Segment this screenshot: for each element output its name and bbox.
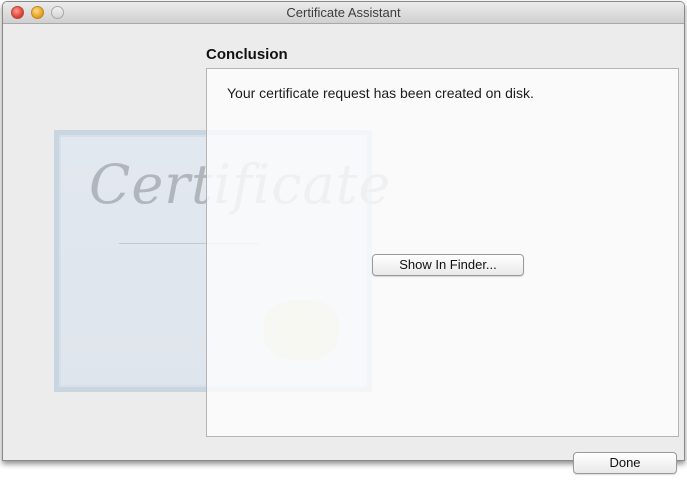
window-title: Certificate Assistant: [286, 5, 401, 20]
zoom-icon[interactable]: [51, 6, 64, 19]
content-panel: Your certificate request has been create…: [206, 68, 679, 437]
done-button[interactable]: Done: [573, 452, 677, 474]
section-heading: Conclusion: [206, 46, 288, 63]
conclusion-message: Your certificate request has been create…: [227, 85, 534, 101]
show-in-finder-button[interactable]: Show In Finder...: [372, 254, 524, 276]
title-bar[interactable]: Certificate Assistant: [3, 2, 684, 24]
minimize-icon[interactable]: [31, 6, 44, 19]
close-icon[interactable]: [11, 6, 24, 19]
